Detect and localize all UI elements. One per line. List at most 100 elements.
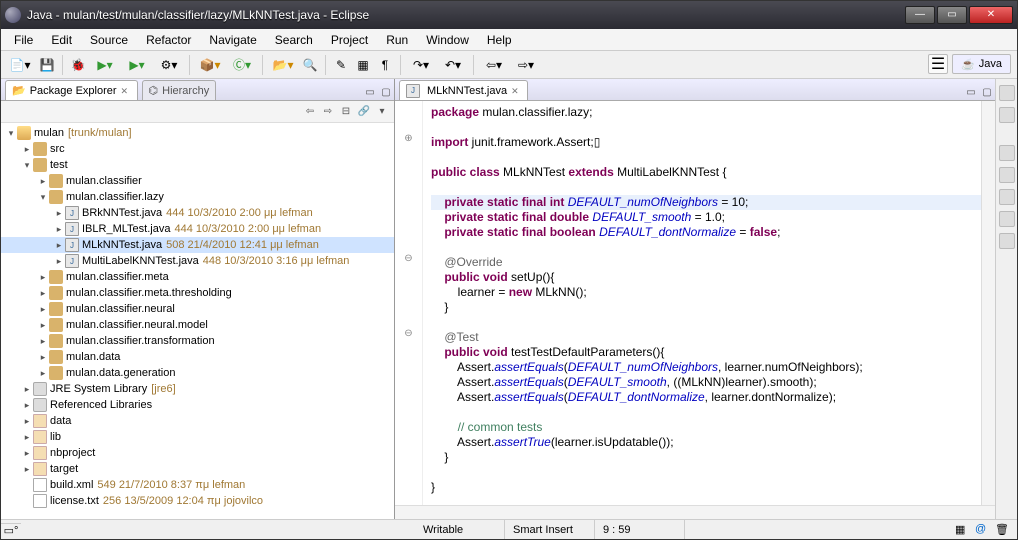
pkg-lazy[interactable]: ▾mulan.classifier.lazy [1,189,394,205]
toggle-block-button[interactable]: ▦ [353,55,373,75]
file-iblr[interactable]: ▸JIBLR_MLTest.java444 10/3/2010 2:00 μμ … [1,221,394,237]
status-writable: Writable [415,520,505,539]
file-license[interactable]: license.txt256 13/5/2009 12:04 πμ jojovi… [1,493,394,509]
new-class-button[interactable]: Ⓒ▾ [227,55,257,75]
menu-project[interactable]: Project [322,31,377,49]
pkg-data[interactable]: ▸mulan.data [1,349,394,365]
menu-refactor[interactable]: Refactor [137,31,200,49]
open-type-button[interactable]: 📂▾ [268,55,298,75]
xml-file-icon [33,478,47,492]
search-button[interactable]: 🔍 [300,55,320,75]
package-icon [49,318,63,332]
close-icon[interactable]: ✕ [121,86,131,96]
package-explorer-tree[interactable]: ▾mulan[trunk/mulan] ▸src ▾test ▸mulan.cl… [1,123,394,519]
fold-toggle-icon[interactable]: ⊕ [395,131,422,146]
external-tools-button[interactable]: ⚙▾ [154,55,184,75]
editor-maximize-button[interactable]: ▢ [979,84,995,100]
fold-toggle-icon[interactable]: ⊖ [395,326,422,341]
menu-navigate[interactable]: Navigate [200,31,265,49]
run-button[interactable]: ▶▾ [90,55,120,75]
fold-toggle-icon[interactable]: ⊖ [395,251,422,266]
menu-help[interactable]: Help [478,31,521,49]
menu-source[interactable]: Source [81,31,137,49]
prev-annotation-button[interactable]: ↶▾ [438,55,468,75]
file-build[interactable]: build.xml549 21/7/2010 8:37 πμ lefman [1,477,394,493]
save-button[interactable]: 💾 [37,55,57,75]
menu-window[interactable]: Window [417,31,478,49]
minimized-view-icon[interactable] [999,189,1015,205]
eclipse-icon [5,7,21,23]
view-minimize-button[interactable]: ▭ [362,84,378,100]
folder-nbproject[interactable]: ▸nbproject [1,445,394,461]
file-mlknn[interactable]: ▸JMLkNNTest.java508 21/4/2010 12:41 μμ l… [1,237,394,253]
jre-lib[interactable]: ▸JRE System Library[jre6] [1,381,394,397]
folder-data[interactable]: ▸data [1,413,394,429]
show-whitespace-button[interactable]: ¶ [375,55,395,75]
source-text[interactable]: package mulan.classifier.lazy; import ju… [423,101,981,505]
open-perspective-button[interactable]: ☰ [928,54,948,74]
package-explorer-toolbar: ⇦ ⇨ ⊟ 🔗 ▾ [1,101,394,123]
pkg-meta[interactable]: ▸mulan.classifier.meta [1,269,394,285]
editor-tab-mlknn[interactable]: J MLkNNTest.java ✕ [399,80,528,100]
horizontal-scrollbar[interactable] [395,505,995,519]
close-icon[interactable]: ✕ [511,86,521,96]
java-file-icon: J [65,206,79,220]
pkg-transformation[interactable]: ▸mulan.classifier.transformation [1,333,394,349]
pkg-neural[interactable]: ▸mulan.classifier.neural [1,301,394,317]
pkg-meta-thresholding[interactable]: ▸mulan.classifier.meta.thresholding [1,285,394,301]
close-button[interactable]: ✕ [969,6,1013,24]
project-node[interactable]: ▾mulan[trunk/mulan] [1,125,394,141]
forward-button[interactable]: ⇨▾ [511,55,541,75]
maximize-button[interactable]: ▭ [937,6,967,24]
toggle-mark-button[interactable]: ✎ [331,55,351,75]
tab-package-explorer[interactable]: 📂 Package Explorer ✕ [5,80,138,100]
status-icon[interactable]: ▦ [955,523,969,537]
fast-view-button[interactable]: ▭° [1,523,21,537]
link-editor-button[interactable]: 🔗 [356,104,372,120]
status-icon[interactable]: @ [975,523,989,537]
back-button[interactable]: ⇦▾ [479,55,509,75]
fwd-history-button[interactable]: ⇨ [320,104,336,120]
folder-icon [33,462,47,476]
pkg-data-gen[interactable]: ▸mulan.data.generation [1,365,394,381]
debug-button[interactable]: 🐞 [68,55,88,75]
minimized-view-icon[interactable] [999,211,1015,227]
status-icon[interactable]: 🗑 [995,523,1009,537]
tab-hierarchy[interactable]: ⌬ Hierarchy [142,80,217,100]
editor-minimize-button[interactable]: ▭ [963,84,979,100]
menu-file[interactable]: File [5,31,42,49]
file-mlk[interactable]: ▸JMultiLabelKNNTest.java448 10/3/2010 3:… [1,253,394,269]
new-package-button[interactable]: 📦▾ [195,55,225,75]
src-folder[interactable]: ▸src [1,141,394,157]
editor-gutter[interactable]: ⊕ ⊖ ⊖ [395,101,423,505]
file-brknn[interactable]: ▸JBRkNNTest.java444 10/3/2010 2:00 μμ le… [1,205,394,221]
new-button[interactable]: 📄▾ [5,55,35,75]
menu-search[interactable]: Search [266,31,322,49]
minimized-view-icon[interactable] [999,107,1015,123]
menu-edit[interactable]: Edit [42,31,81,49]
test-folder[interactable]: ▾test [1,157,394,173]
run-last-button[interactable]: ▶▾ [122,55,152,75]
folder-target[interactable]: ▸target [1,461,394,477]
titlebar[interactable]: Java - mulan/test/mulan/classifier/lazy/… [1,1,1017,29]
perspective-java[interactable]: ☕ Java [952,54,1011,74]
minimized-view-icon[interactable] [999,167,1015,183]
collapse-all-button[interactable]: ⊟ [338,104,354,120]
minimized-view-icon[interactable] [999,233,1015,249]
minimized-view-icon[interactable] [999,145,1015,161]
pkg-classifier[interactable]: ▸mulan.classifier [1,173,394,189]
minimize-button[interactable]: — [905,6,935,24]
next-annotation-button[interactable]: ↷▾ [406,55,436,75]
view-menu-button[interactable]: ▾ [374,104,390,120]
view-maximize-button[interactable]: ▢ [378,84,394,100]
folder-lib[interactable]: ▸lib [1,429,394,445]
ref-lib[interactable]: ▸Referenced Libraries [1,397,394,413]
source-editor[interactable]: ⊕ ⊖ ⊖ package mulan.classifier.lazy; imp… [395,101,995,505]
editor-tabs: J MLkNNTest.java ✕ ▭ ▢ [395,79,995,101]
back-history-button[interactable]: ⇦ [302,104,318,120]
pkg-neural-model[interactable]: ▸mulan.classifier.neural.model [1,317,394,333]
overview-ruler[interactable] [981,101,995,505]
view-tabs: 📂 Package Explorer ✕ ⌬ Hierarchy ▭ ▢ [1,79,394,101]
restore-view-button[interactable] [999,85,1015,101]
menu-run[interactable]: Run [377,31,417,49]
